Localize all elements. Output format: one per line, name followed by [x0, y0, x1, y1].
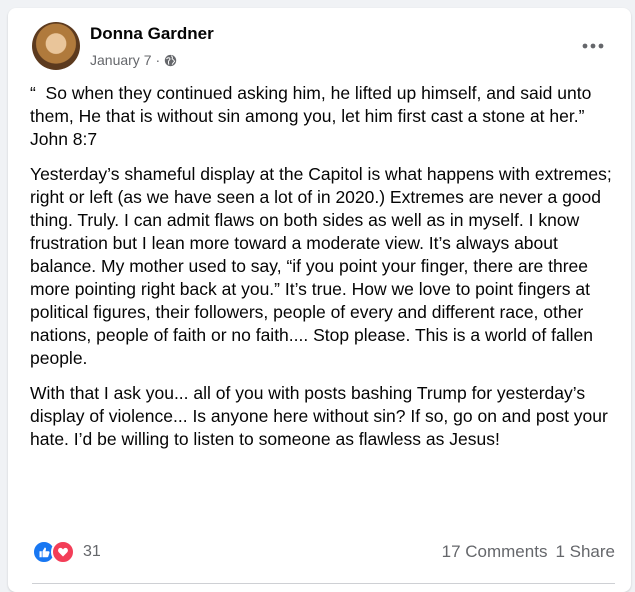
more-options-icon[interactable] — [579, 32, 607, 60]
post-header: Donna Gardner January 7 · — [32, 22, 615, 78]
avatar[interactable] — [32, 22, 80, 70]
comments-count-link[interactable]: 17 Comments — [442, 542, 548, 562]
post-date[interactable]: January 7 — [90, 52, 151, 68]
author-name[interactable]: Donna Gardner — [90, 24, 214, 44]
footer-divider — [32, 583, 615, 584]
reaction-count[interactable]: 31 — [83, 543, 101, 561]
globe-icon — [164, 54, 177, 67]
shares-count-link[interactable]: 1 Share — [555, 542, 615, 562]
post-paragraph-closing: With that I ask you... all of you with p… — [30, 383, 613, 449]
post-paragraph-main: Yesterday’s shameful display at the Capi… — [30, 164, 617, 368]
post-meta: January 7 · — [90, 52, 177, 68]
reactions-summary[interactable]: 31 — [32, 540, 101, 564]
meta-separator: · — [155, 52, 161, 68]
post-body: “ So when they continued asking him, he … — [30, 82, 617, 463]
post-footer: 31 17 Comments 1 Share — [32, 539, 615, 565]
post-stats: 17 Comments 1 Share — [442, 542, 615, 562]
post-card: Donna Gardner January 7 · “ So when they… — [8, 8, 631, 592]
post-paragraph-quote: “ So when they continued asking him, he … — [30, 83, 592, 149]
love-icon — [51, 540, 75, 564]
